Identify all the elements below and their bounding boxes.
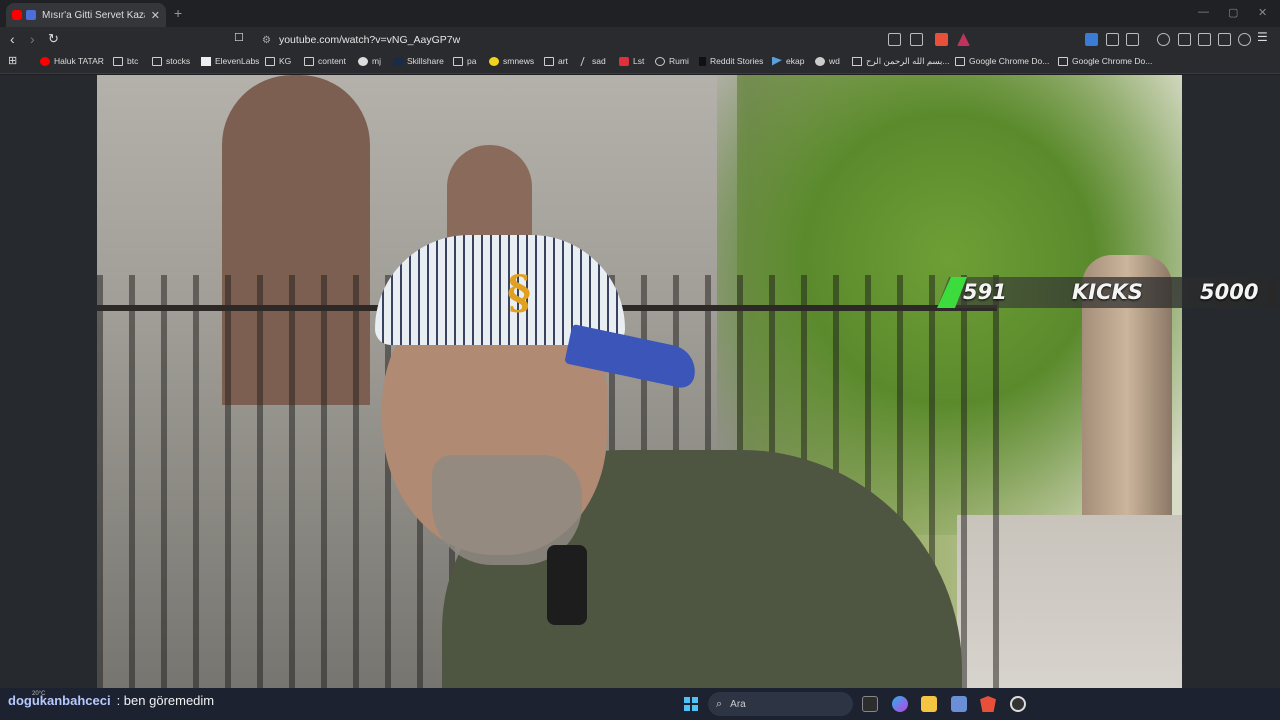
video-frame: §: [97, 75, 1182, 688]
folder-icon: [544, 56, 554, 66]
bookmark-item[interactable]: sad: [580, 56, 606, 66]
ekap-icon: [772, 56, 782, 66]
extension-icon[interactable]: [1085, 33, 1098, 46]
folder-icon: [304, 56, 314, 66]
close-window-button[interactable]: ✕: [1258, 6, 1267, 19]
search-placeholder: Ara: [730, 698, 746, 710]
folder-icon: [1058, 56, 1068, 66]
leo-ai-icon[interactable]: [1218, 33, 1231, 46]
back-icon[interactable]: ‹: [10, 31, 15, 47]
sidebar-icon[interactable]: [1178, 33, 1191, 46]
slash-icon: [580, 56, 590, 66]
url-text: youtube.com/watch?v=vNG_AayGP7w: [278, 34, 461, 46]
folder-icon: [152, 56, 162, 66]
bookmark-item[interactable]: Lst: [619, 56, 644, 66]
bookmark-item[interactable]: content: [304, 56, 346, 66]
bookmark-item[interactable]: stocks: [152, 56, 190, 66]
menu-icon[interactable]: ☰: [1257, 30, 1268, 44]
share-icon[interactable]: [910, 33, 923, 46]
bookmark-item[interactable]: wd: [815, 56, 840, 66]
bookmark-item[interactable]: KG: [265, 56, 291, 66]
browser-tab-active[interactable]: Mısır'a Gitti Servet Kazandı - Ha ✕: [6, 3, 166, 27]
bookmark-item[interactable]: Rumi: [655, 56, 689, 66]
bookmark-item[interactable]: Skillshare: [393, 56, 444, 66]
d-icon: [699, 56, 706, 66]
bookmark-icon[interactable]: ☐: [234, 31, 244, 44]
youtube-icon: [40, 56, 50, 66]
site-info-icon[interactable]: ⚙: [262, 35, 271, 46]
task-view-icon[interactable]: [862, 696, 878, 712]
smiley-icon: [489, 56, 499, 66]
bookmark-item[interactable]: Reddit Stories: [699, 56, 763, 66]
s-icon: [619, 56, 629, 66]
video-player[interactable]: § 591 KICKS 5000: [0, 75, 1280, 688]
bookmarks-bar: ⊞ Haluk TATAR btc stocks ElevenLabs KG c…: [0, 53, 1280, 74]
brave-shields-icon[interactable]: [935, 33, 948, 46]
tab-group-icon: [26, 10, 36, 20]
page-icon: [852, 57, 862, 66]
bookmark-item[interactable]: Google Chrome Do...: [1058, 56, 1152, 66]
kicks-goal: 5000: [1200, 280, 1259, 304]
snipping-tool-icon[interactable]: [951, 696, 967, 712]
screenshot-icon[interactable]: [1126, 33, 1139, 46]
skillshare-icon: [393, 56, 403, 66]
bookmark-item[interactable]: Haluk TATAR: [40, 56, 104, 66]
new-tab-button[interactable]: +: [174, 5, 182, 21]
bookmark-item[interactable]: art: [544, 56, 568, 66]
youtube-icon: [12, 10, 22, 20]
chat-text: : ben göremedim: [116, 693, 215, 708]
cap-logo-icon: §: [507, 265, 532, 319]
forward-icon[interactable]: ›: [30, 31, 35, 47]
file-explorer-icon[interactable]: [921, 696, 937, 712]
github-icon: [358, 56, 368, 66]
bookmark-item[interactable]: btc: [113, 56, 138, 66]
bookmark-item[interactable]: Google Chrome Do...: [955, 56, 1049, 66]
wd-icon: [815, 56, 825, 66]
bookmark-item[interactable]: ElevenLabs: [201, 56, 259, 66]
obs-icon[interactable]: [1010, 696, 1026, 712]
reload-icon[interactable]: ↻: [48, 31, 59, 47]
brave-browser-icon[interactable]: [980, 696, 996, 712]
taskbar-search[interactable]: ⌕ Ara: [708, 692, 853, 716]
bookmark-item[interactable]: mj: [358, 56, 381, 66]
maximize-button[interactable]: ▢: [1228, 6, 1238, 19]
folder-icon: [113, 56, 123, 66]
bookmark-item[interactable]: smnews: [489, 56, 534, 66]
vpn-icon[interactable]: [1238, 33, 1251, 46]
globe-icon: [655, 56, 665, 66]
minimize-button[interactable]: —: [1198, 6, 1209, 18]
lapel-mic: [547, 545, 587, 625]
browser-toolbar: ‹ › ↻ ☐ ⚙ youtube.com/watch?v=vNG_AayGP7…: [0, 27, 1280, 53]
extensions-puzzle-icon[interactable]: [1106, 33, 1119, 46]
search-icon: ⌕: [716, 697, 723, 710]
kicks-label: KICKS: [1072, 280, 1143, 304]
bookmark-item[interactable]: بسم الله الرحمن الرح...: [852, 56, 950, 67]
chat-username: dogukanbahceci: [8, 693, 111, 708]
media-icon[interactable]: [1157, 33, 1170, 46]
windows-start-icon[interactable]: [684, 697, 698, 711]
apps-icon[interactable]: ⊞: [8, 54, 17, 67]
tab-close-icon[interactable]: ✕: [151, 9, 160, 22]
install-icon[interactable]: [888, 33, 901, 46]
chat-message: dogukanbahceci : ben göremedim: [8, 693, 214, 708]
copilot-icon[interactable]: [892, 696, 908, 712]
bookmark-item[interactable]: ekap: [772, 56, 804, 66]
folder-icon: [265, 56, 275, 66]
title-bar: Mısır'a Gitti Servet Kazandı - Ha ✕ + — …: [0, 0, 1280, 27]
bookmark-item[interactable]: pa: [453, 56, 476, 66]
elevenlabs-icon: [201, 56, 211, 66]
folder-icon: [955, 56, 965, 66]
kicks-count: 591: [963, 280, 1007, 304]
wallet-icon[interactable]: [1198, 33, 1211, 46]
address-bar[interactable]: ⚙ youtube.com/watch?v=vNG_AayGP7w: [256, 30, 976, 50]
tab-title: Mısır'a Gitti Servet Kazandı - Ha: [42, 9, 145, 21]
folder-icon: [453, 56, 463, 66]
